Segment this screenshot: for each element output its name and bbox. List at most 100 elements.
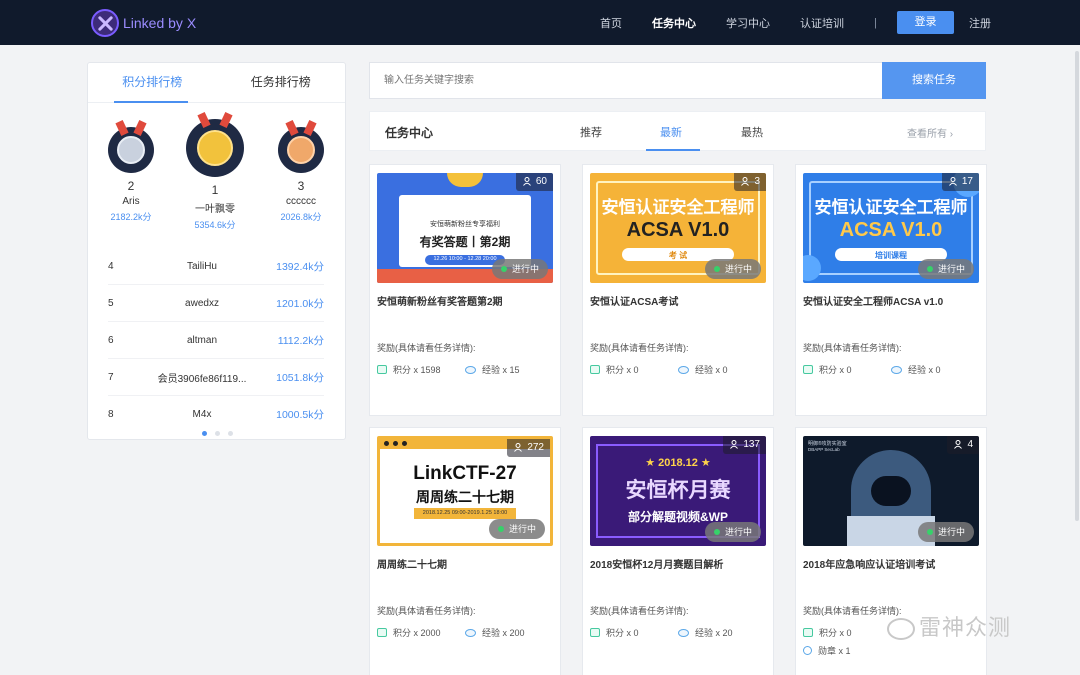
task-title[interactable]: 安恒萌新粉丝有奖答题第2期 — [377, 293, 553, 308]
exp-icon — [891, 365, 902, 374]
thumb-subtitle: 周周练二十七期 — [416, 489, 514, 505]
thumb-lab-en: DBAPP SecLab — [808, 447, 840, 452]
exp-icon — [465, 365, 476, 374]
participant-count: 137 — [723, 436, 766, 454]
task-card[interactable]: LinkCTF-27 周周练二十七期 2018.12.25 09:00-2019… — [369, 427, 561, 675]
status-badge: 进行中 — [704, 259, 761, 279]
ranking-points: 1392.4k分 — [276, 260, 324, 273]
points-reward: 积分 x 0 — [803, 626, 852, 639]
nav-home[interactable]: 首页 — [600, 15, 622, 31]
ranking-user: 会员3906fe86f119... — [157, 373, 247, 385]
watermark-text: 雷神众测 — [919, 615, 1012, 640]
points-icon — [803, 628, 813, 637]
main-nav: 首页 任务中心 学习中心 认证培训 | — [600, 0, 903, 45]
task-title[interactable]: 周周练二十七期 — [377, 556, 553, 571]
tab-hottest[interactable]: 最热 — [741, 124, 763, 140]
points-reward: 积分 x 2000 — [377, 626, 441, 639]
task-card[interactable]: ★ 2018.12 ★ 安恒杯月赛 部分解题视频&WP 137 进行中 2018… — [582, 427, 774, 675]
nav-task-center[interactable]: 任务中心 — [652, 15, 696, 31]
ranking-user: M4x — [192, 409, 212, 420]
status-dot-icon — [497, 526, 504, 532]
reward-label: 奖励(具体请看任务详情): — [377, 606, 476, 616]
view-all-link[interactable]: 查看所有 › — [907, 125, 953, 140]
task-card[interactable]: 安恒认证安全工程师 ACSA V1.0 考 试 3 进行中 安恒认证ACSA考试… — [582, 164, 774, 416]
thumb-subtitle: ACSA V1.0 — [839, 219, 943, 241]
exp-reward-value: 经验 x 0 — [908, 365, 941, 375]
exp-reward: 经验 x 20 — [678, 626, 733, 639]
thumb-title: LinkCTF-27 — [413, 463, 517, 484]
points-reward-value: 积分 x 0 — [819, 628, 852, 638]
ranking-points: 1051.8k分 — [276, 371, 324, 384]
task-search-input[interactable] — [369, 62, 883, 99]
podium-third[interactable]: 3 cccccc 2026.8k分 — [276, 119, 326, 223]
page-scrollbar[interactable] — [1074, 45, 1080, 675]
active-tab-indicator — [114, 101, 188, 103]
register-link[interactable]: 注册 — [969, 15, 991, 31]
points-reward-value: 积分 x 0 — [819, 365, 852, 375]
tab-latest[interactable]: 最新 — [660, 124, 682, 140]
silver-medal-icon — [108, 119, 154, 173]
task-thumbnail[interactable]: 安恒萌新粉丝专享福利 有奖答题丨第2期 12.26 10:00 - 12.28 … — [377, 173, 553, 283]
pagination-dot[interactable] — [202, 431, 207, 436]
status-label: 进行中 — [511, 264, 539, 274]
ranking-row[interactable]: 7 会员3906fe86f119... 1051.8k分 — [108, 359, 324, 396]
task-title[interactable]: 安恒认证安全工程师ACSA v1.0 — [803, 293, 979, 308]
points-reward: 积分 x 0 — [590, 363, 639, 376]
points-reward: 积分 x 1598 — [377, 363, 441, 376]
reward-label: 奖励(具体请看任务详情): — [590, 606, 689, 616]
task-title[interactable]: 2018年应急响应认证培训考试 — [803, 556, 979, 571]
podium-rank: 3 — [297, 179, 305, 193]
pagination-dot[interactable] — [215, 431, 220, 436]
carousel-pagination — [88, 423, 347, 441]
badge-reward-value: 勋章 x 1 — [818, 646, 851, 656]
ranking-row[interactable]: 6 altman 1112.2k分 — [108, 322, 324, 359]
podium-rank: 2 — [127, 179, 135, 193]
ranking-row[interactable]: 4 TailiHu 1392.4k分 — [108, 248, 324, 285]
login-button[interactable]: 登录 — [897, 11, 954, 34]
tab-recommended[interactable]: 推荐 — [580, 124, 602, 140]
points-reward-value: 积分 x 0 — [606, 628, 639, 638]
participant-count-value: 272 — [527, 442, 544, 453]
user-icon — [730, 440, 739, 449]
podium-name: 一叶飘零 — [195, 204, 235, 215]
task-thumbnail[interactable]: 明御®攻防实验室 DBAPP SecLab 4 进行中 — [803, 436, 979, 546]
task-title[interactable]: 2018安恒杯12月月赛题目解析 — [590, 556, 766, 571]
participant-count: 272 — [507, 439, 550, 457]
pagination-dot[interactable] — [228, 431, 233, 436]
ranking-list: 4 TailiHu 1392.4k分 5 awedxz 1201.0k分 6 a… — [108, 248, 324, 433]
exp-reward-value: 经验 x 15 — [482, 365, 520, 375]
points-reward: 积分 x 0 — [590, 626, 639, 639]
participant-count: 3 — [734, 173, 766, 191]
podium: 2 Aris 2182.2k分 1 一叶飘零 5354.6k分 3 cccccc… — [88, 111, 347, 231]
ranking-row[interactable]: 5 awedxz 1201.0k分 — [108, 285, 324, 322]
task-thumbnail[interactable]: ★ 2018.12 ★ 安恒杯月赛 部分解题视频&WP 137 进行中 — [590, 436, 766, 546]
ranking-number: 4 — [108, 260, 114, 272]
task-thumbnail[interactable]: 安恒认证安全工程师 ACSA V1.0 培训课程 17 进行中 — [803, 173, 979, 283]
tab-points-ranking[interactable]: 积分排行榜 — [88, 63, 217, 102]
task-card[interactable]: 安恒萌新粉丝专享福利 有奖答题丨第2期 12.26 10:00 - 12.28 … — [369, 164, 561, 416]
nav-learning-center[interactable]: 学习中心 — [726, 15, 770, 31]
podium-second[interactable]: 2 Aris 2182.2k分 — [106, 119, 156, 223]
user-icon — [741, 177, 750, 186]
logo[interactable]: Linked by X — [91, 9, 196, 37]
task-thumbnail[interactable]: 安恒认证安全工程师 ACSA V1.0 考 试 3 进行中 — [590, 173, 766, 283]
search-task-button[interactable]: 搜索任务 — [882, 62, 986, 99]
tab-task-ranking[interactable]: 任务排行榜 — [217, 63, 346, 102]
task-card[interactable]: 安恒认证安全工程师 ACSA V1.0 培训课程 17 进行中 安恒认证安全工程… — [795, 164, 987, 416]
exp-icon — [465, 628, 476, 637]
status-badge: 进行中 — [917, 522, 974, 542]
points-reward-value: 积分 x 2000 — [393, 628, 441, 638]
podium-first[interactable]: 1 一叶飘零 5354.6k分 — [180, 111, 250, 231]
scrollbar-thumb[interactable] — [1075, 51, 1079, 521]
participant-count-value: 17 — [961, 176, 973, 187]
nav-certification-training[interactable]: 认证培训 — [800, 15, 844, 31]
wechat-icon — [887, 618, 915, 641]
leaderboard-panel: 积分排行榜 任务排行榜 2 Aris 2182.2k分 1 一叶飘零 5354.… — [87, 62, 346, 440]
task-thumbnail[interactable]: LinkCTF-27 周周练二十七期 2018.12.25 09:00-2019… — [377, 436, 553, 546]
podium-rank: 1 — [211, 183, 219, 197]
exp-reward-value: 经验 x 0 — [695, 365, 728, 375]
points-reward-value: 积分 x 1598 — [393, 365, 441, 375]
task-title[interactable]: 安恒认证ACSA考试 — [590, 293, 766, 308]
reward-label: 奖励(具体请看任务详情): — [803, 343, 902, 353]
thumb-title: 有奖答题丨第2期 — [419, 235, 511, 249]
